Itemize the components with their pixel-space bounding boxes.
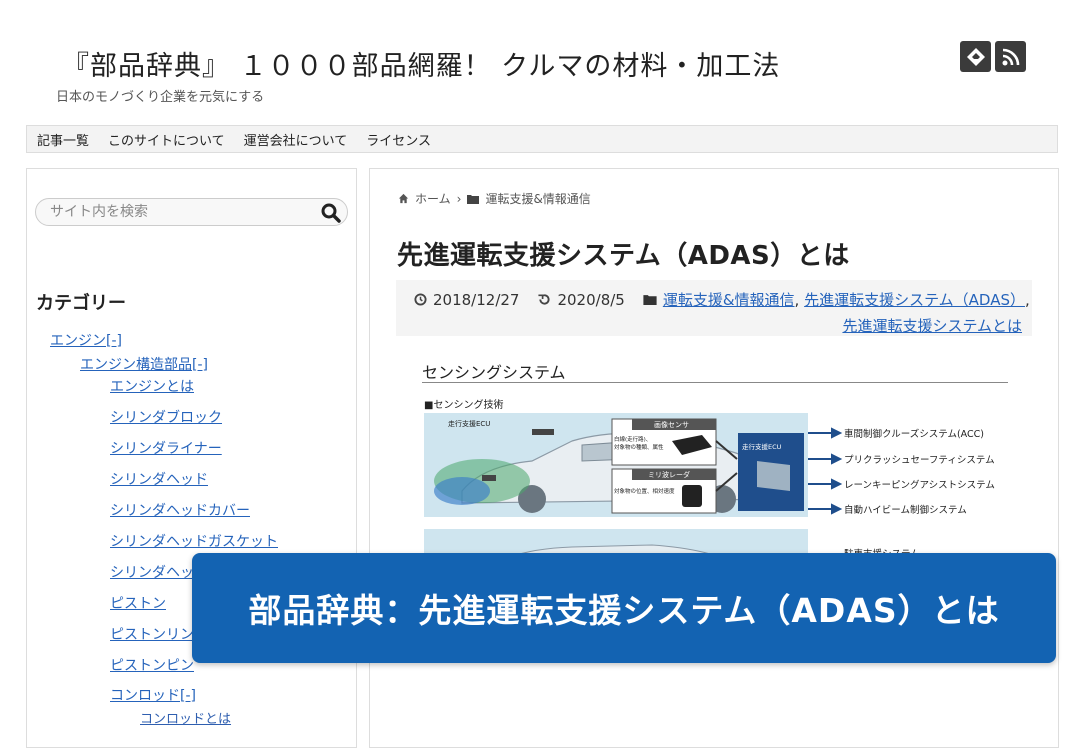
search-icon[interactable] xyxy=(319,201,343,225)
breadcrumb-separator: › xyxy=(456,191,462,206)
category-engine[interactable]: エンジン[-] xyxy=(50,330,122,350)
figure-title: センシングシステム xyxy=(422,363,566,382)
nav-about-company[interactable]: 運営会社について xyxy=(244,130,348,149)
banner-text: 部品辞典：先進運転支援システム（ADAS）とは xyxy=(248,591,1000,630)
article-category-link[interactable]: 運転支援&情報通信 xyxy=(663,291,795,309)
category-engine-structure[interactable]: エンジン構造部品[-] xyxy=(80,354,208,374)
category-conrod[interactable]: コンロッド[-] xyxy=(110,685,196,705)
home-icon xyxy=(398,193,409,204)
category-item[interactable]: ピストン xyxy=(110,593,166,613)
ecu-left-label: 走行支援ECU xyxy=(448,419,490,428)
folder-icon xyxy=(467,194,480,204)
breadcrumb-home[interactable]: ホーム xyxy=(415,190,451,207)
global-nav: 記事一覧 このサイトについて 運営会社について ライセンス xyxy=(26,125,1058,153)
output-label: レーンキーピングアシストシステム xyxy=(844,479,995,491)
category-item[interactable]: シリンダライナー xyxy=(110,438,222,458)
article-category-link[interactable]: 先進運転支援システム（ADAS） xyxy=(804,291,1025,309)
figure-subtitle: ■センシング技術 xyxy=(424,400,504,411)
updated-date: 2020/8/5 xyxy=(557,290,625,309)
nav-license[interactable]: ライセンス xyxy=(366,130,431,149)
output-label: プリクラッシュセーフティシステム xyxy=(844,455,995,466)
category-item[interactable]: シリンダブロック xyxy=(110,407,222,427)
category-heading: カテゴリー xyxy=(36,293,126,314)
category-item[interactable]: シリンダヘッド xyxy=(110,469,208,489)
title-banner: 部品辞典：先進運転支援システム（ADAS）とは xyxy=(192,553,1056,663)
rss-icon[interactable] xyxy=(995,41,1026,72)
clock-icon xyxy=(414,293,427,306)
feedly-icon[interactable] xyxy=(960,41,991,72)
folder-icon xyxy=(643,295,657,305)
output-label: 車間制御クルーズシステム(ACC) xyxy=(844,428,984,440)
published-date: 2018/12/27 xyxy=(433,290,520,309)
image-sensor-desc: 白線(走行路)、 xyxy=(614,435,651,443)
image-sensor-desc: 対象物の種類、属性 xyxy=(614,443,664,451)
category-item[interactable]: シリンダヘッ xyxy=(110,562,194,582)
article-category-link[interactable]: 先進運転支援システムとは xyxy=(842,317,1022,335)
category-item[interactable]: ピストンリン xyxy=(110,624,194,644)
radar-desc: 対象物の位置、相対速度 xyxy=(614,487,675,495)
sensing-system-figure: センシングシステム ■センシング技術 走行支援ECU 画像センサ 白線(走行路) xyxy=(422,351,1012,751)
article-meta: 2018/12/27 2020/8/5 運転支援&情報通信, 先進運転支援システ… xyxy=(396,280,1032,336)
site-description: 日本のモノづくり企業を元気にする xyxy=(56,90,265,105)
ecu-right-label: 走行支援ECU xyxy=(742,442,782,451)
site-title[interactable]: 『部品辞典』 １０００部品網羅！ クルマの材料・加工法 xyxy=(62,44,780,83)
article-title: 先進運転支援システム（ADAS）とは xyxy=(397,241,850,271)
history-icon xyxy=(538,294,551,305)
category-separator: , xyxy=(1025,291,1030,309)
category-item[interactable]: シリンダヘッドガスケット xyxy=(110,531,278,551)
figure-divider xyxy=(422,382,1008,383)
nav-articles[interactable]: 記事一覧 xyxy=(37,130,89,149)
category-item[interactable]: ピストンピン xyxy=(110,655,194,675)
breadcrumb-category[interactable]: 運転支援&情報通信 xyxy=(485,190,590,207)
search-box xyxy=(35,198,348,226)
output-label: 自動ハイビーム制御システム xyxy=(844,504,967,516)
nav-about-site[interactable]: このサイトについて xyxy=(108,130,225,149)
category-item[interactable]: エンジンとは xyxy=(110,376,194,396)
category-item[interactable]: シリンダヘッドカバー xyxy=(110,500,250,520)
category-item[interactable]: コンロッドとは xyxy=(140,708,231,727)
breadcrumb: ホーム › 運転支援&情報通信 xyxy=(398,190,591,207)
category-separator: , xyxy=(794,291,800,309)
search-input[interactable] xyxy=(48,203,322,221)
header-icons xyxy=(960,41,1026,72)
image-sensor-label: 画像センサ xyxy=(654,420,689,429)
radar-label: ミリ波レーダ xyxy=(648,470,690,479)
